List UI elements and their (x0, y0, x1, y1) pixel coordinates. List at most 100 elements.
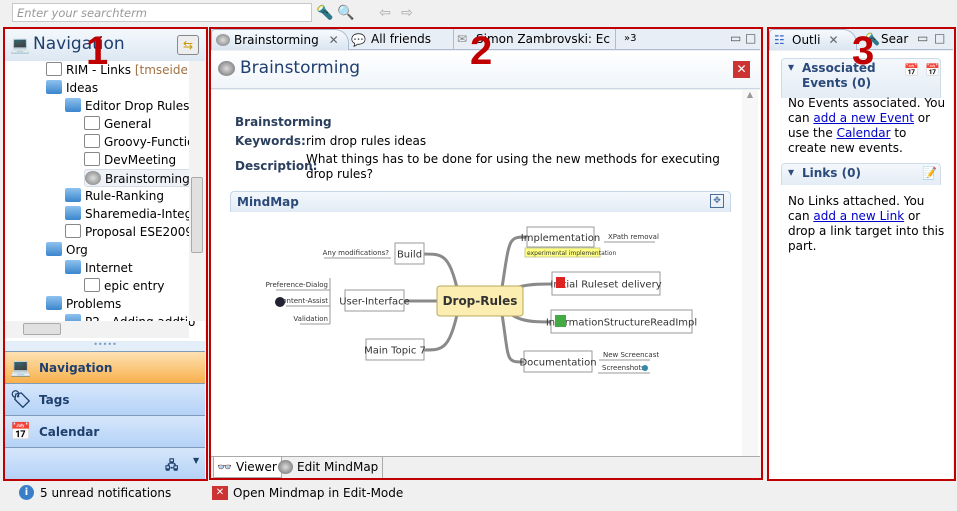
folder-icon (46, 242, 62, 256)
close-icon[interactable]: ✕ (329, 33, 339, 47)
link-with-editor-icon[interactable]: ⇆ (177, 35, 199, 55)
mindmap-section-header: MindMap ✥ (230, 191, 731, 212)
tab-label: Sear (881, 32, 909, 46)
notifications-status[interactable]: 5 unread notifications (40, 486, 171, 500)
bar-label: Navigation (39, 361, 113, 375)
annotation-number-3: 3 (852, 29, 875, 73)
tree-item-label: Brainstorming (105, 172, 190, 186)
open-edit-mode-icon[interactable]: ✕ (733, 61, 750, 78)
forward-arrow-icon[interactable]: ⇨ (398, 4, 416, 22)
mindmap-node-main7[interactable]: Main Topic 7 (364, 346, 426, 357)
editor-subtabs: 👓 Viewer Edit MindMap (211, 456, 760, 478)
mindmap-node-ca[interactable]: Content-Assist (277, 297, 328, 305)
tab-overflow[interactable]: »3 (615, 29, 637, 50)
bar-navigation[interactable]: 💻 Navigation (5, 351, 205, 383)
fit-view-icon[interactable]: ✥ (710, 194, 724, 208)
mindmap-central-node[interactable]: Drop-Rules (443, 294, 518, 308)
tree-item[interactable]: Ideas (46, 79, 98, 97)
links-section-header[interactable]: Links (0) 📝 (781, 163, 941, 185)
flag-icon (556, 277, 565, 288)
tree-item-label: Proposal ESE2009 (85, 225, 194, 239)
tab-viewer[interactable]: 👓 Viewer (213, 457, 282, 478)
tree-item[interactable]: General (84, 115, 151, 133)
tree-item[interactable]: Groovy-Functio (84, 133, 194, 151)
scrollbar-thumb[interactable] (191, 177, 203, 253)
calendar-link[interactable]: Calendar (837, 126, 891, 140)
tag-icon: 🏷 (10, 390, 32, 410)
mindmap-node-screencast[interactable]: New Screencast (603, 351, 659, 359)
scrollbar-thumb[interactable] (23, 323, 61, 335)
mindmap-node-ui[interactable]: User-Interface (339, 297, 410, 308)
chevron-down-icon[interactable]: ▼ (193, 456, 199, 465)
mindmap-node-val[interactable]: Validation (293, 315, 328, 323)
tree-item[interactable]: Proposal ESE2009 (65, 223, 193, 241)
vertical-scrollbar[interactable] (189, 61, 205, 321)
mindmap-node-screenshots[interactable]: Screenshots (602, 364, 645, 372)
keywords-value: rim drop rules ideas (306, 134, 427, 148)
add-link-icon[interactable]: 📝 (922, 166, 937, 180)
remove-event-icon[interactable]: 📅 (925, 63, 940, 78)
brain-icon (216, 34, 230, 46)
envelope-icon: ✉ (457, 32, 468, 46)
tab-label: Brainstorming (234, 33, 319, 47)
maximize-icon[interactable]: □ (934, 31, 945, 45)
tree-item[interactable]: Sharemedia-Integra (65, 205, 204, 223)
mindmap-node-pref[interactable]: Preference-Dialog (266, 281, 328, 289)
outline-icon: ☷ (774, 33, 785, 47)
tree-item[interactable]: DevMeeting (84, 151, 176, 169)
tab-edit-mindmap[interactable]: Edit MindMap (275, 457, 384, 478)
document-icon (84, 116, 100, 130)
tab-brainstorming[interactable]: Brainstorming ✕ (211, 29, 349, 50)
mindmap-node-any[interactable]: Any modifications? (323, 249, 390, 257)
tree-item-label: Org (66, 243, 88, 257)
folder-icon (46, 296, 62, 310)
bar-calendar[interactable]: 📅 Calendar (5, 415, 205, 447)
mindmap-node-init[interactable]: Initial Ruleset delivery (550, 280, 661, 291)
navigation-tree: RIM - Links [tmseidel@ Ideas Editor Drop R… (5, 61, 205, 341)
tree-item[interactable]: epic entry (84, 277, 164, 295)
horizontal-scrollbar[interactable] (5, 321, 189, 338)
entry-name: Brainstorming (235, 115, 332, 129)
tree-item[interactable]: Rule-Ranking (65, 187, 164, 205)
info-icon: i (19, 485, 34, 500)
add-link-link[interactable]: add a new Link (813, 209, 904, 223)
minimize-icon[interactable]: ▭ (917, 31, 928, 45)
mindmap-node-impl[interactable]: Implementation (521, 233, 600, 244)
edit-mode-icon: ✕ (212, 486, 228, 500)
flashlight-icon[interactable]: 🔦 (316, 4, 334, 22)
minimize-icon[interactable]: ▭ (730, 31, 741, 45)
folder-icon (65, 188, 81, 202)
tree-item[interactable]: RIM - Links [tmseidel@ (46, 61, 203, 79)
tree-item[interactable]: Problems (46, 295, 121, 313)
add-event-icon[interactable]: 📅 (904, 63, 919, 78)
mindmap-canvas[interactable]: Drop-Rules Build Any modifications? User-In… (218, 212, 748, 456)
checkmark-icon (555, 315, 566, 327)
sash-handle[interactable]: ••••• (5, 341, 205, 351)
back-arrow-icon[interactable]: ⇦ (376, 4, 394, 22)
close-icon[interactable]: ✕ (828, 33, 838, 47)
mindmap-node-xpath[interactable]: XPath removal (608, 233, 659, 241)
section-title: Links (0) (802, 166, 861, 180)
bar-label: Calendar (39, 425, 100, 439)
tree-item[interactable]: Editor Drop Rules (65, 97, 189, 115)
tree-item[interactable]: Brainstorming (84, 169, 194, 187)
tree-item-label: epic entry (104, 279, 165, 293)
mindmap-node-build[interactable]: Build (397, 250, 422, 261)
globe-icon (642, 365, 648, 371)
search-input[interactable]: Enter your searchterm (12, 3, 312, 22)
tree-item[interactable]: Internet (65, 259, 133, 277)
tree-item[interactable]: Org (46, 241, 88, 259)
bar-label: Tags (39, 393, 70, 407)
bar-tags[interactable]: 🏷 Tags (5, 383, 205, 415)
mindmap-node-doc[interactable]: Documentation (519, 358, 596, 369)
document-icon (84, 152, 100, 166)
tree-item-label: Rule-Ranking (85, 189, 164, 203)
tab-label: Outli (792, 33, 821, 47)
tab-outline[interactable]: ☷ Outli ✕ (769, 29, 857, 50)
network-icon[interactable]: 🖧 (165, 456, 178, 477)
mindmap-label: MindMap (237, 195, 299, 209)
maximize-icon[interactable]: □ (745, 31, 756, 45)
mindmap-node-isr[interactable]: InformationStructureReadImpl (546, 318, 697, 329)
search-history-icon[interactable]: 🔍 (337, 4, 355, 22)
add-event-link[interactable]: add a new Event (813, 111, 914, 125)
